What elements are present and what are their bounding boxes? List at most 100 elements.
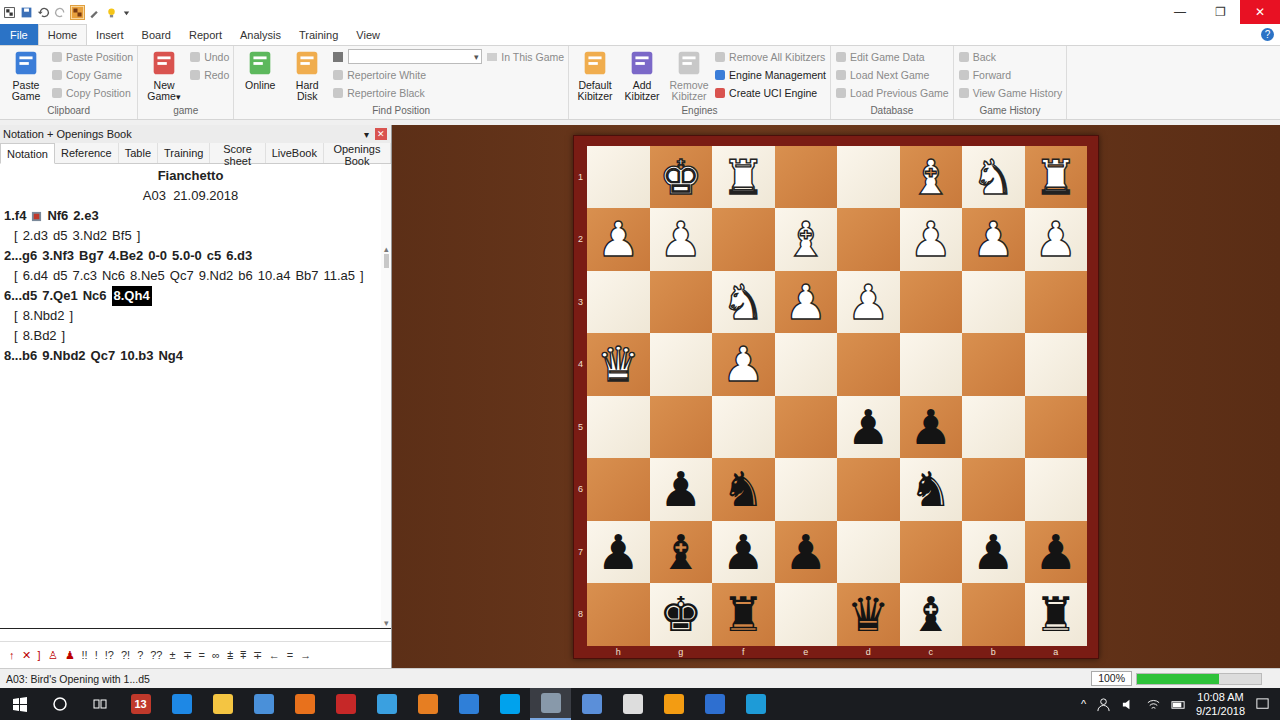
chess-piece[interactable]: ♞ <box>909 465 952 513</box>
taskbar-app-button[interactable] <box>448 688 489 720</box>
board-square[interactable] <box>1025 271 1088 334</box>
move[interactable]: 8.Nbd2 <box>23 306 65 326</box>
board-square[interactable] <box>1025 396 1088 459</box>
move[interactable]: Nf6 <box>47 206 68 226</box>
board-square[interactable]: ♟ <box>1025 521 1088 584</box>
board-square[interactable] <box>712 396 775 459</box>
board-square[interactable]: ♚ <box>650 146 713 209</box>
board-square[interactable]: ♞ <box>712 458 775 521</box>
board-square[interactable]: ♝ <box>650 521 713 584</box>
panel-tab[interactable]: Notation <box>0 143 55 164</box>
board-square[interactable]: ♝ <box>900 583 963 646</box>
chess-piece[interactable]: ♞ <box>722 278 765 326</box>
panel-menu-button[interactable]: ▾ <box>364 129 369 140</box>
chess-piece[interactable]: ♟ <box>597 215 640 263</box>
annotation-button[interactable]: → <box>300 649 311 661</box>
board-square[interactable] <box>900 271 963 334</box>
board-square[interactable]: ♟ <box>712 333 775 396</box>
taskbar-app-button[interactable] <box>489 688 530 720</box>
board-icon[interactable] <box>71 6 84 19</box>
ribbon-large-button[interactable]: Add Kibitzer <box>620 48 664 102</box>
ribbon-tab[interactable]: File <box>0 24 38 45</box>
chess-piece[interactable]: ♜ <box>1034 590 1077 638</box>
chess-piece[interactable]: ♚ <box>659 153 702 201</box>
taskbar-app-button[interactable] <box>366 688 407 720</box>
taskbar-app-button[interactable] <box>530 688 571 720</box>
annotation-button[interactable]: = <box>287 649 293 661</box>
chess-piece[interactable]: ♟ <box>722 528 765 576</box>
ribbon-tab[interactable]: Training <box>290 24 347 45</box>
annotation-button[interactable]: = <box>199 649 205 661</box>
ribbon-large-button[interactable]: Paste Game <box>4 48 48 102</box>
search-icon[interactable] <box>40 696 80 712</box>
board-square[interactable]: ♟ <box>962 521 1025 584</box>
chess-piece[interactable]: ♟ <box>909 403 952 451</box>
ribbon-small-button[interactable]: Back <box>958 48 1063 65</box>
chess-piece[interactable]: ♛ <box>847 590 890 638</box>
move[interactable]: 8.Bd2 <box>23 326 57 346</box>
ribbon-small-button[interactable]: Paste Position <box>51 48 133 65</box>
annotation-button[interactable]: ?? <box>150 649 162 661</box>
board-square[interactable]: ♟ <box>962 208 1025 271</box>
ribbon-small-button[interactable]: Repertoire Black <box>332 84 564 101</box>
ribbon-small-button[interactable]: View Game History <box>958 84 1063 101</box>
network-icon[interactable] <box>1146 697 1161 712</box>
move[interactable]: Bf5 <box>112 226 132 246</box>
battery-icon[interactable] <box>1171 697 1186 712</box>
taskbar-app-button[interactable] <box>653 688 694 720</box>
move[interactable]: d5 <box>53 266 67 286</box>
chess-piece[interactable]: ♟ <box>784 528 827 576</box>
board-square[interactable]: ♚ <box>650 583 713 646</box>
ribbon-tab[interactable]: Analysis <box>231 24 290 45</box>
board-square[interactable]: ♝ <box>900 146 963 209</box>
ribbon-small-button[interactable]: Repertoire White <box>332 66 564 83</box>
board-square[interactable] <box>962 271 1025 334</box>
move[interactable]: 10.b3 <box>120 346 153 366</box>
ribbon-small-button[interactable]: Create UCI Engine <box>714 84 826 101</box>
move[interactable]: ] <box>137 226 141 246</box>
board-square[interactable] <box>587 396 650 459</box>
chess-piece[interactable]: ♟ <box>1034 528 1077 576</box>
move[interactable]: [ <box>14 266 18 286</box>
ribbon-small-button[interactable]: Undo <box>189 48 229 65</box>
scrollbar[interactable]: ▴ ▾ <box>381 164 391 628</box>
move[interactable]: Qc7 <box>170 266 194 286</box>
annotation-button[interactable]: !? <box>105 649 114 661</box>
board-square[interactable] <box>650 396 713 459</box>
board-square[interactable]: ♜ <box>712 583 775 646</box>
board-square[interactable]: ♜ <box>1025 146 1088 209</box>
window-control-button[interactable]: — <box>1160 0 1200 24</box>
taskbar-app-button[interactable] <box>735 688 776 720</box>
annotation-button[interactable]: ± <box>170 649 176 661</box>
people-icon[interactable] <box>1096 697 1111 712</box>
taskbar-app-button[interactable] <box>571 688 612 720</box>
annotation-button[interactable]: ♟ <box>65 649 75 662</box>
board-square[interactable]: ♟ <box>1025 208 1088 271</box>
ribbon-small-button[interactable]: Copy Game <box>51 66 133 83</box>
board-square[interactable] <box>837 208 900 271</box>
move[interactable]: c5 <box>207 246 221 266</box>
chess-piece[interactable]: ♜ <box>722 590 765 638</box>
panel-tab[interactable]: Score sheet <box>210 143 265 163</box>
chess-piece[interactable]: ♚ <box>659 590 702 638</box>
tray-expand-button[interactable]: ^ <box>1081 698 1086 710</box>
ribbon-small-button[interactable]: Redo <box>189 66 229 83</box>
taskbar-app-button[interactable] <box>161 688 202 720</box>
annotation-button[interactable]: ? <box>137 649 143 661</box>
board-square[interactable] <box>1025 458 1088 521</box>
panel-tab[interactable]: Table <box>119 143 158 163</box>
move[interactable]: d5 <box>53 226 67 246</box>
board-square[interactable]: ♞ <box>712 271 775 334</box>
move[interactable]: 5.0-0 <box>172 246 202 266</box>
board-square[interactable] <box>837 521 900 584</box>
move[interactable]: ] <box>62 326 66 346</box>
board-square[interactable] <box>587 146 650 209</box>
annotation-button[interactable]: ↑ <box>9 649 15 661</box>
customize-icon[interactable] <box>122 8 131 17</box>
ribbon-small-button[interactable]: Forward <box>958 66 1063 83</box>
move[interactable]: 4.Be2 <box>109 246 144 266</box>
annotation-button[interactable]: ⩱ <box>240 649 246 662</box>
move[interactable]: Qc7 <box>91 346 116 366</box>
board-square[interactable]: ♟ <box>712 521 775 584</box>
move[interactable]: 6.d3 <box>226 246 252 266</box>
